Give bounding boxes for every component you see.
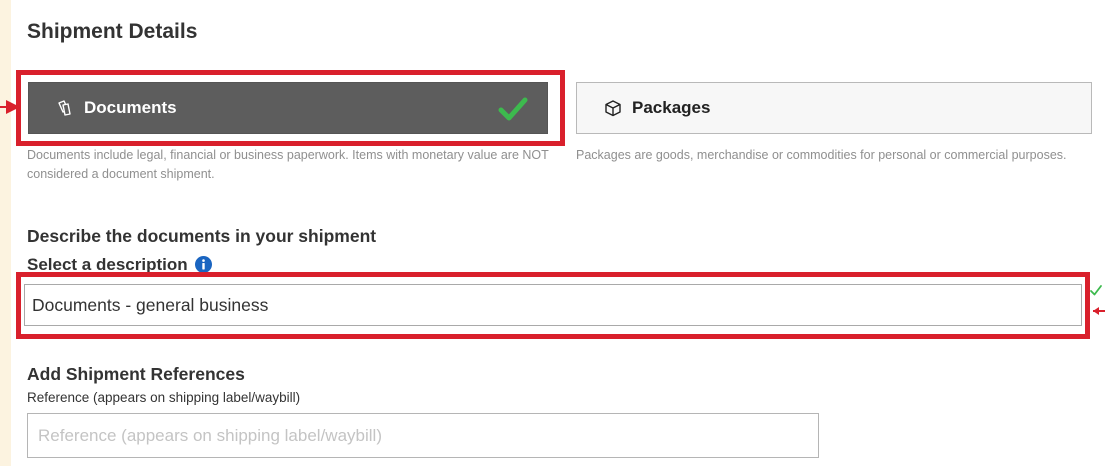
documents-icon xyxy=(55,98,75,118)
reference-field-label: Reference (appears on shipping label/way… xyxy=(27,390,301,405)
section-title: Shipment Details xyxy=(27,20,198,43)
selected-check-icon xyxy=(498,97,528,121)
info-icon[interactable] xyxy=(194,256,212,273)
documents-type-button[interactable]: Documents xyxy=(28,82,548,134)
documents-label: Documents xyxy=(84,98,177,117)
documents-description: Documents include legal, financial or bu… xyxy=(27,148,549,181)
document-description-field[interactable] xyxy=(24,284,1082,326)
package-box-icon xyxy=(603,98,623,118)
select-description-label: Select a description xyxy=(27,255,212,274)
field-valid-check-icon xyxy=(1090,285,1102,296)
select-description-text: Select a description xyxy=(27,255,188,274)
describe-documents-heading: Describe the documents in your shipment xyxy=(27,226,377,246)
packages-description: Packages are goods, merchandise or commo… xyxy=(576,148,1067,162)
packages-type-button[interactable]: Packages xyxy=(576,82,1092,134)
packages-label: Packages xyxy=(632,98,711,117)
reference-input[interactable] xyxy=(27,413,819,458)
shipment-references-heading: Add Shipment References xyxy=(27,364,245,384)
